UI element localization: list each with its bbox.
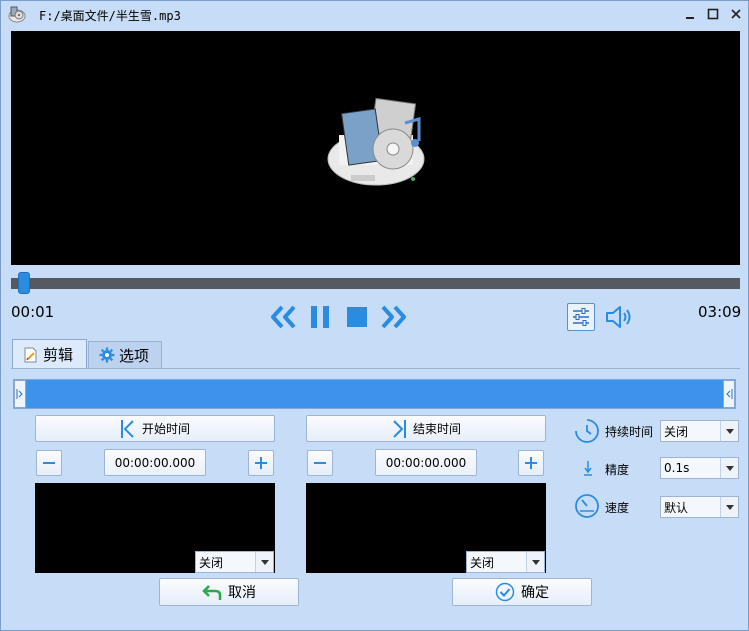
chevron-down-icon: [526, 552, 544, 572]
maximize-button[interactable]: [704, 5, 722, 23]
close-button[interactable]: [727, 5, 745, 23]
tab-options[interactable]: 选项: [88, 341, 162, 368]
cancel-label: 取消: [228, 585, 256, 601]
speed-label: 速度: [605, 501, 630, 515]
chevron-down-icon: [720, 497, 738, 517]
maximize-icon: [707, 8, 719, 20]
set-end-time-button[interactable]: 结束时间: [306, 415, 546, 442]
precision-icon: [581, 459, 595, 479]
minimize-button[interactable]: [681, 5, 699, 23]
range-start-handle[interactable]: [14, 380, 26, 408]
duration-select-value: 关闭: [664, 424, 689, 439]
fast-forward-button[interactable]: [379, 304, 409, 330]
duration-select[interactable]: 关闭: [660, 420, 739, 442]
app-icon: [7, 4, 27, 24]
tab-options-label: 选项: [119, 346, 150, 365]
end-preview-select[interactable]: 关闭: [466, 551, 545, 573]
window-title: F:/桌面文件/半生雪.mp3: [39, 9, 181, 23]
start-time-increase-button[interactable]: [248, 450, 274, 476]
seek-bar-thumb[interactable]: [18, 272, 30, 294]
minus-icon: [43, 462, 55, 464]
set-end-time-label: 结束时间: [412, 422, 461, 436]
seek-bar[interactable]: [11, 278, 740, 289]
range-end-handle[interactable]: [723, 380, 735, 408]
current-time: 00:01: [11, 303, 55, 321]
cancel-button[interactable]: 取消: [159, 578, 299, 606]
end-preview-select-value: 关闭: [470, 555, 495, 570]
precision-select-value: 0.1s: [664, 461, 690, 475]
duration-label: 持续时间: [605, 425, 654, 439]
speed-select-value: 默认: [664, 500, 689, 515]
precision-select[interactable]: 0.1s: [660, 457, 739, 479]
tab-clip-label: 剪辑: [43, 346, 74, 364]
set-start-time-label: 开始时间: [141, 422, 190, 436]
double-chevron-right-icon: [381, 305, 406, 329]
check-circle-icon: [495, 582, 515, 602]
stop-button[interactable]: [344, 305, 369, 329]
double-chevron-left-icon: [271, 305, 296, 329]
chevron-down-icon: [720, 421, 738, 441]
tab-clip[interactable]: 剪辑: [12, 339, 87, 369]
edit-doc-icon: [24, 347, 37, 362]
speed-gauge-icon: [574, 493, 600, 519]
gear-icon: [99, 347, 115, 363]
end-time-decrease-button[interactable]: [307, 450, 333, 476]
speed-select[interactable]: 默认: [660, 496, 739, 518]
minimize-icon: [686, 17, 694, 19]
start-preview-select[interactable]: 关闭: [195, 551, 274, 573]
chevron-down-icon: [255, 552, 273, 572]
start-time-field[interactable]: 00:00:00.000: [104, 449, 206, 476]
end-marker-icon: [393, 419, 406, 438]
start-time-decrease-button[interactable]: [36, 450, 62, 476]
format-factory-logo: [321, 97, 431, 193]
chevron-down-icon: [720, 458, 738, 478]
range-end-marker-icon: [726, 389, 733, 399]
video-preview-area[interactable]: [11, 31, 740, 265]
tab-divider: [11, 368, 740, 369]
sliders-icon: [573, 308, 589, 326]
confirm-button[interactable]: 确定: [452, 578, 592, 606]
start-marker-icon: [120, 419, 134, 438]
speaker-icon: [606, 306, 631, 328]
clip-range-bar[interactable]: [13, 379, 736, 409]
precision-label: 精度: [605, 463, 630, 477]
volume-button[interactable]: [604, 304, 634, 330]
plus-icon: [255, 457, 267, 469]
start-preview-select-value: 关闭: [199, 555, 224, 570]
set-start-time-button[interactable]: 开始时间: [35, 415, 275, 442]
range-start-marker-icon: [16, 389, 23, 399]
pause-button[interactable]: [307, 304, 333, 330]
close-icon: [731, 9, 741, 19]
rewind-button[interactable]: [268, 304, 298, 330]
pause-icon: [311, 306, 329, 328]
stop-icon: [346, 307, 367, 327]
end-time-field[interactable]: 00:00:00.000: [375, 449, 477, 476]
equalizer-settings-button[interactable]: [567, 303, 595, 331]
app-window: F:/桌面文件/半生雪.mp3 00:01 03:09 剪辑 选项 开始时间 0…: [0, 0, 749, 631]
title-bar: F:/桌面文件/半生雪.mp3: [1, 1, 748, 27]
plus-icon: [525, 457, 537, 469]
minus-icon: [314, 462, 326, 464]
total-time: 03:09: [698, 303, 742, 321]
duration-icon: [574, 418, 600, 444]
end-time-increase-button[interactable]: [518, 450, 544, 476]
undo-icon: [202, 585, 222, 600]
confirm-label: 确定: [521, 585, 549, 601]
